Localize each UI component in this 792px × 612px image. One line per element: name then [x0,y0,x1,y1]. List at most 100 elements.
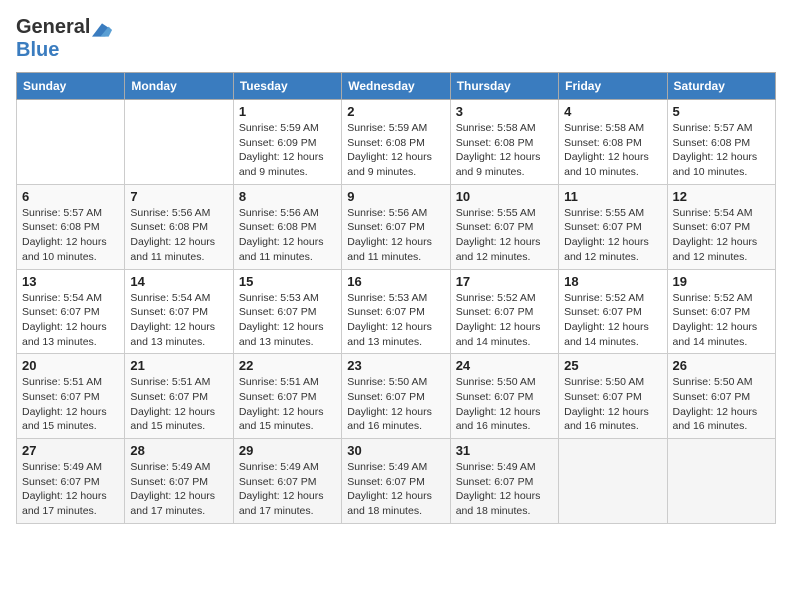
day-number: 10 [456,189,553,204]
day-info: Sunrise: 5:56 AMSunset: 6:08 PMDaylight:… [130,206,227,265]
day-info: Sunrise: 5:56 AMSunset: 6:08 PMDaylight:… [239,206,336,265]
day-number: 27 [22,443,119,458]
day-number: 28 [130,443,227,458]
day-cell: 19 Sunrise: 5:52 AMSunset: 6:07 PMDayligh… [667,269,775,354]
day-cell: 12 Sunrise: 5:54 AMSunset: 6:07 PMDayligh… [667,184,775,269]
day-number: 19 [673,274,770,289]
week-row-4: 20 Sunrise: 5:51 AMSunset: 6:07 PMDayligh… [17,354,776,439]
col-header-sunday: Sunday [17,73,125,100]
day-number: 2 [347,104,444,119]
week-row-3: 13 Sunrise: 5:54 AMSunset: 6:07 PMDayligh… [17,269,776,354]
day-cell: 26 Sunrise: 5:50 AMSunset: 6:07 PMDayligh… [667,354,775,439]
day-number: 26 [673,358,770,373]
day-number: 11 [564,189,661,204]
day-number: 15 [239,274,336,289]
day-number: 30 [347,443,444,458]
day-info: Sunrise: 5:50 AMSunset: 6:07 PMDaylight:… [673,375,770,434]
day-cell: 3Sunrise: 5:58 AMSunset: 6:08 PMDaylight… [450,100,558,185]
day-number: 21 [130,358,227,373]
day-cell: 4 Sunrise: 5:58 AMSunset: 6:08 PMDaylight… [559,100,667,185]
day-info: Sunrise: 5:53 AMSunset: 6:07 PMDaylight:… [347,291,444,350]
day-cell [17,100,125,185]
day-number: 18 [564,274,661,289]
day-number: 6 [22,189,119,204]
day-info: Sunrise: 5:52 AMSunset: 6:07 PMDaylight:… [673,291,770,350]
day-cell: 8 Sunrise: 5:56 AMSunset: 6:08 PMDaylight… [233,184,341,269]
day-cell: 21Sunrise: 5:51 AMSunset: 6:07 PMDayligh… [125,354,233,439]
col-header-tuesday: Tuesday [233,73,341,100]
day-number: 23 [347,358,444,373]
day-number: 17 [456,274,553,289]
day-info: Sunrise: 5:50 AMSunset: 6:07 PMDaylight:… [456,375,553,434]
week-row-2: 6 Sunrise: 5:57 AMSunset: 6:08 PMDaylight… [17,184,776,269]
day-cell: 7Sunrise: 5:56 AMSunset: 6:08 PMDaylight… [125,184,233,269]
day-cell: 6 Sunrise: 5:57 AMSunset: 6:08 PMDaylight… [17,184,125,269]
day-number: 13 [22,274,119,289]
day-info: Sunrise: 5:49 AMSunset: 6:07 PMDaylight:… [347,460,444,519]
week-row-1: 1Sunrise: 5:59 AMSunset: 6:09 PMDaylight… [17,100,776,185]
day-info: Sunrise: 5:49 AMSunset: 6:07 PMDaylight:… [239,460,336,519]
day-cell: 31Sunrise: 5:49 AMSunset: 6:07 PMDayligh… [450,439,558,524]
day-cell: 17 Sunrise: 5:52 AMSunset: 6:07 PMDayligh… [450,269,558,354]
day-info: Sunrise: 5:49 AMSunset: 6:07 PMDaylight:… [22,460,119,519]
day-number: 8 [239,189,336,204]
day-number: 29 [239,443,336,458]
day-info: Sunrise: 5:54 AMSunset: 6:07 PMDaylight:… [22,291,119,350]
day-cell [559,439,667,524]
day-cell: 29 Sunrise: 5:49 AMSunset: 6:07 PMDayligh… [233,439,341,524]
day-cell: 2Sunrise: 5:59 AMSunset: 6:08 PMDaylight… [342,100,450,185]
col-header-monday: Monday [125,73,233,100]
day-number: 14 [130,274,227,289]
day-info: Sunrise: 5:51 AMSunset: 6:07 PMDaylight:… [239,375,336,434]
day-info: Sunrise: 5:58 AMSunset: 6:08 PMDaylight:… [456,121,553,180]
day-cell [667,439,775,524]
day-number: 16 [347,274,444,289]
day-info: Sunrise: 5:52 AMSunset: 6:07 PMDaylight:… [564,291,661,350]
day-number: 4 [564,104,661,119]
day-cell: 23 Sunrise: 5:50 AMSunset: 6:07 PMDayligh… [342,354,450,439]
day-cell: 15 Sunrise: 5:53 AMSunset: 6:07 PMDayligh… [233,269,341,354]
day-cell: 9 Sunrise: 5:56 AMSunset: 6:07 PMDaylight… [342,184,450,269]
logo-icon [92,23,112,37]
day-cell: 25 Sunrise: 5:50 AMSunset: 6:07 PMDayligh… [559,354,667,439]
day-info: Sunrise: 5:56 AMSunset: 6:07 PMDaylight:… [347,206,444,265]
day-info: Sunrise: 5:49 AMSunset: 6:07 PMDaylight:… [130,460,227,519]
day-cell: 20 Sunrise: 5:51 AMSunset: 6:07 PMDayligh… [17,354,125,439]
day-number: 24 [456,358,553,373]
day-cell [125,100,233,185]
day-cell: 14Sunrise: 5:54 AMSunset: 6:07 PMDayligh… [125,269,233,354]
day-cell: 30 Sunrise: 5:49 AMSunset: 6:07 PMDayligh… [342,439,450,524]
day-info: Sunrise: 5:50 AMSunset: 6:07 PMDaylight:… [564,375,661,434]
calendar-table: SundayMondayTuesdayWednesdayThursdayFrid… [16,72,776,524]
col-header-friday: Friday [559,73,667,100]
day-number: 25 [564,358,661,373]
day-number: 20 [22,358,119,373]
col-header-thursday: Thursday [450,73,558,100]
day-info: Sunrise: 5:55 AMSunset: 6:07 PMDaylight:… [456,206,553,265]
day-info: Sunrise: 5:50 AMSunset: 6:07 PMDaylight:… [347,375,444,434]
day-info: Sunrise: 5:58 AMSunset: 6:08 PMDaylight:… [564,121,661,180]
day-info: Sunrise: 5:54 AMSunset: 6:07 PMDaylight:… [673,206,770,265]
day-info: Sunrise: 5:52 AMSunset: 6:07 PMDaylight:… [456,291,553,350]
day-info: Sunrise: 5:51 AMSunset: 6:07 PMDaylight:… [22,375,119,434]
day-info: Sunrise: 5:57 AMSunset: 6:08 PMDaylight:… [22,206,119,265]
day-cell: 16 Sunrise: 5:53 AMSunset: 6:07 PMDayligh… [342,269,450,354]
day-cell: 24 Sunrise: 5:50 AMSunset: 6:07 PMDayligh… [450,354,558,439]
day-info: Sunrise: 5:59 AMSunset: 6:09 PMDaylight:… [239,121,336,180]
day-number: 12 [673,189,770,204]
day-number: 22 [239,358,336,373]
day-cell: 5Sunrise: 5:57 AMSunset: 6:08 PMDaylight… [667,100,775,185]
header: General Blue [16,16,776,62]
day-cell: 11Sunrise: 5:55 AMSunset: 6:07 PMDayligh… [559,184,667,269]
day-cell: 18 Sunrise: 5:52 AMSunset: 6:07 PMDayligh… [559,269,667,354]
col-header-saturday: Saturday [667,73,775,100]
day-cell: 27 Sunrise: 5:49 AMSunset: 6:07 PMDayligh… [17,439,125,524]
logo: General Blue [16,16,112,62]
day-info: Sunrise: 5:49 AMSunset: 6:07 PMDaylight:… [456,460,553,519]
day-cell: 1Sunrise: 5:59 AMSunset: 6:09 PMDaylight… [233,100,341,185]
col-header-wednesday: Wednesday [342,73,450,100]
day-cell: 22 Sunrise: 5:51 AMSunset: 6:07 PMDayligh… [233,354,341,439]
week-row-5: 27 Sunrise: 5:49 AMSunset: 6:07 PMDayligh… [17,439,776,524]
day-info: Sunrise: 5:53 AMSunset: 6:07 PMDaylight:… [239,291,336,350]
day-number: 9 [347,189,444,204]
